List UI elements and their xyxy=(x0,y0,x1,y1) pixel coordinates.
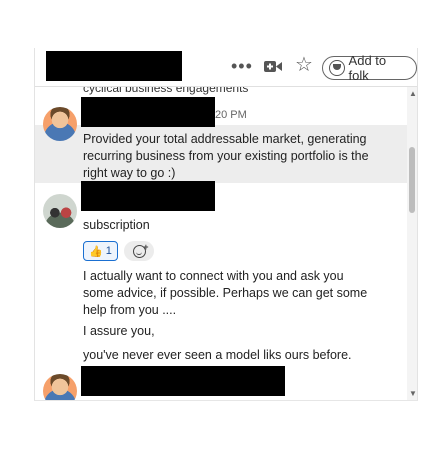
scrollbar[interactable]: ▲ ▼ xyxy=(407,87,417,400)
more-icon[interactable]: ••• xyxy=(231,56,253,77)
add-to-folk-button[interactable]: Add to folk xyxy=(322,53,417,83)
scroll-up-icon[interactable]: ▲ xyxy=(409,89,417,98)
redacted-sender-name xyxy=(81,181,215,211)
add-reaction-button[interactable]: + xyxy=(124,241,154,261)
reaction-badge[interactable]: 👍 1 xyxy=(83,241,118,261)
video-icon[interactable] xyxy=(264,60,282,73)
avatar[interactable] xyxy=(43,107,77,141)
thumbs-up-icon: 👍 xyxy=(89,245,103,258)
message-text: you've never ever seen a model liks ours… xyxy=(83,348,352,362)
redacted-sender-name xyxy=(81,97,215,127)
reaction-count: 1 xyxy=(105,245,112,257)
scroll-down-icon[interactable]: ▼ xyxy=(409,389,417,398)
avatar[interactable] xyxy=(43,194,77,228)
previous-message-text: cyclical business engagements xyxy=(83,87,249,95)
message-text: subscription xyxy=(83,218,150,232)
avatar[interactable] xyxy=(43,374,77,400)
message-list[interactable]: cyclical business engagements 20 PM Prov… xyxy=(35,87,407,400)
message-text: Provided your total addressable market, … xyxy=(83,132,369,180)
redacted-sender-name xyxy=(81,366,285,396)
message-timestamp: 20 PM xyxy=(215,109,247,121)
add-to-folk-label: Add to folk xyxy=(348,53,387,83)
scrollbar-thumb[interactable] xyxy=(409,147,415,213)
star-icon[interactable]: ☆ xyxy=(295,55,313,75)
redacted-contact-name xyxy=(46,51,182,81)
conversation-header: ••• ☆ Add to folk xyxy=(35,48,417,87)
conversation-panel: ••• ☆ Add to folk cyclical business enga… xyxy=(34,48,418,401)
add-reaction-icon: + xyxy=(132,242,149,258)
message-text: I actually want to connect with you and … xyxy=(83,269,368,317)
folk-icon xyxy=(329,60,345,76)
message-text: I assure you, xyxy=(83,324,155,338)
